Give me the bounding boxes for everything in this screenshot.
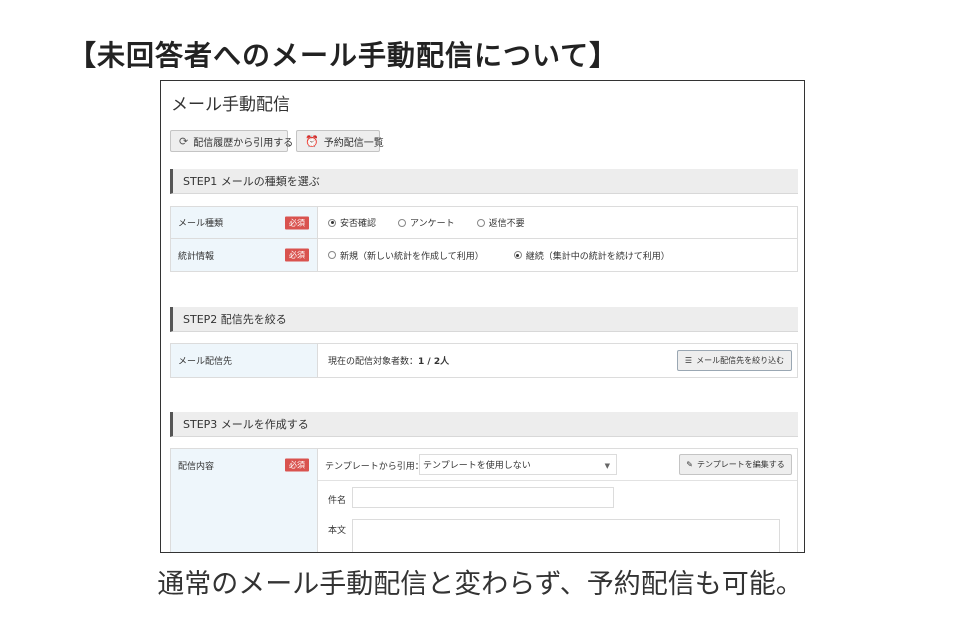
edit-template-button[interactable]: ✎ テンプレートを編集する [679, 454, 792, 475]
quote-history-button[interactable]: ⟳ 配信履歴から引用する [170, 130, 293, 152]
step1-table: メール種類 必須 安否確認 アンケート 返信不要 統計情報 必須 新規（新しい統… [170, 206, 798, 272]
statistics-row: 統計情報 必須 新規（新しい統計を作成して利用） 継続（集計中の統計を続けて利用… [171, 239, 797, 271]
template-select[interactable]: テンプレートを使用しない ▼ [419, 454, 617, 475]
template-row: テンプレートから引用： テンプレートを使用しない ▼ ✎ テンプレートを編集する [318, 449, 797, 481]
quote-history-label: 配信履歴から引用する [193, 137, 294, 149]
recipient-count: 1 / 2人 [418, 357, 450, 367]
mail-type-label: メール種類 [178, 219, 224, 229]
radio-dot [476, 218, 485, 227]
slide-caption: 通常のメール手動配信と変わらず、予約配信も可能。 [157, 569, 803, 600]
page-title: メール手動配信 [171, 95, 290, 115]
radio-label: 継続（集計中の統計を続けて利用） [525, 251, 670, 262]
recipients-row: メール配信先 現在の配信対象者数： 1 / 2人 ☰ メール配信先を絞り込む [171, 344, 797, 377]
radio-label: アンケート [410, 219, 455, 229]
template-label: テンプレートから引用： [325, 462, 424, 472]
recipients-label-cell: メール配信先 [171, 344, 318, 377]
radio-survey[interactable]: アンケート [398, 216, 455, 229]
step2-header: STEP2 配信先を絞る [170, 307, 798, 332]
edit-template-label: テンプレートを編集する [696, 460, 785, 469]
caret-down-icon: ▼ [604, 462, 610, 470]
step2-table: メール配信先 現在の配信対象者数： 1 / 2人 ☰ メール配信先を絞り込む [170, 343, 798, 378]
subject-label: 件名 [328, 496, 347, 506]
mail-type-row: メール種類 必須 安否確認 アンケート 返信不要 [171, 207, 797, 239]
recipients-label: メール配信先 [178, 357, 233, 367]
body-label: 本文 [328, 526, 347, 536]
scheduled-list-label: 予約配信一覧 [323, 137, 384, 149]
required-badge: 必須 [285, 458, 309, 472]
radio-dot [328, 218, 336, 227]
radio-no-reply[interactable]: 返信不要 [476, 216, 525, 229]
radio-dot [513, 251, 522, 259]
filter-recipients-button[interactable]: ☰ メール配信先を絞り込む [677, 350, 792, 371]
step3-table: 配信内容 必須 テンプレートから引用： テンプレートを使用しない ▼ ✎ テンプ… [170, 448, 798, 552]
step1-header: STEP1 メールの種類を選ぶ [170, 169, 798, 194]
radio-new-statistics[interactable]: 新規（新しい統計を作成して利用） [328, 249, 484, 262]
alarm-clock-icon: ⏰ [305, 134, 319, 148]
radio-dot [398, 218, 407, 227]
refresh-icon: ⟳ [179, 134, 189, 148]
template-value: テンプレートを使用しない [423, 461, 531, 471]
radio-safety-check[interactable]: 安否確認 [328, 216, 376, 229]
step3-header: STEP3 メールを作成する [170, 412, 798, 437]
pencil-icon: ✎ [686, 460, 693, 469]
content-row: 配信内容 必須 テンプレートから引用： テンプレートを使用しない ▼ ✎ テンプ… [171, 449, 797, 552]
scheduled-list-button[interactable]: ⏰ 予約配信一覧 [296, 130, 384, 152]
filter-recipients-label: メール配信先を絞り込む [696, 356, 785, 365]
app-window: メール手動配信 ⟳ 配信履歴から引用する ⏰ 予約配信一覧 STEP1 メールの… [160, 80, 805, 553]
radio-label: 返信不要 [488, 219, 525, 229]
radio-continue-statistics[interactable]: 継続（集計中の統計を続けて利用） [513, 249, 670, 262]
body-textarea[interactable] [352, 519, 780, 552]
statistics-label: 統計情報 [178, 251, 215, 262]
required-badge: 必須 [285, 216, 309, 229]
recipient-count-prefix: 現在の配信対象者数： [328, 357, 419, 367]
list-icon: ☰ [684, 356, 693, 365]
slide-title: 【未回答者へのメール手動配信について】 [68, 39, 619, 72]
radio-label: 新規（新しい統計を作成して利用） [340, 251, 484, 262]
content-label-cell: 配信内容 必須 [171, 449, 318, 552]
recipients-value-cell: 現在の配信対象者数： 1 / 2人 ☰ メール配信先を絞り込む [318, 344, 797, 377]
required-badge: 必須 [285, 248, 309, 262]
content-label: 配信内容 [178, 462, 215, 472]
subject-input[interactable] [352, 487, 614, 508]
mail-type-options: 安否確認 アンケート 返信不要 [318, 207, 797, 238]
content-value-cell: テンプレートから引用： テンプレートを使用しない ▼ ✎ テンプレートを編集する… [318, 449, 797, 552]
statistics-options: 新規（新しい統計を作成して利用） 継続（集計中の統計を続けて利用） [318, 239, 797, 271]
mail-type-label-cell: メール種類 必須 [171, 207, 318, 238]
radio-dot [328, 251, 336, 259]
statistics-label-cell: 統計情報 必須 [171, 239, 318, 271]
radio-label: 安否確認 [340, 219, 377, 229]
